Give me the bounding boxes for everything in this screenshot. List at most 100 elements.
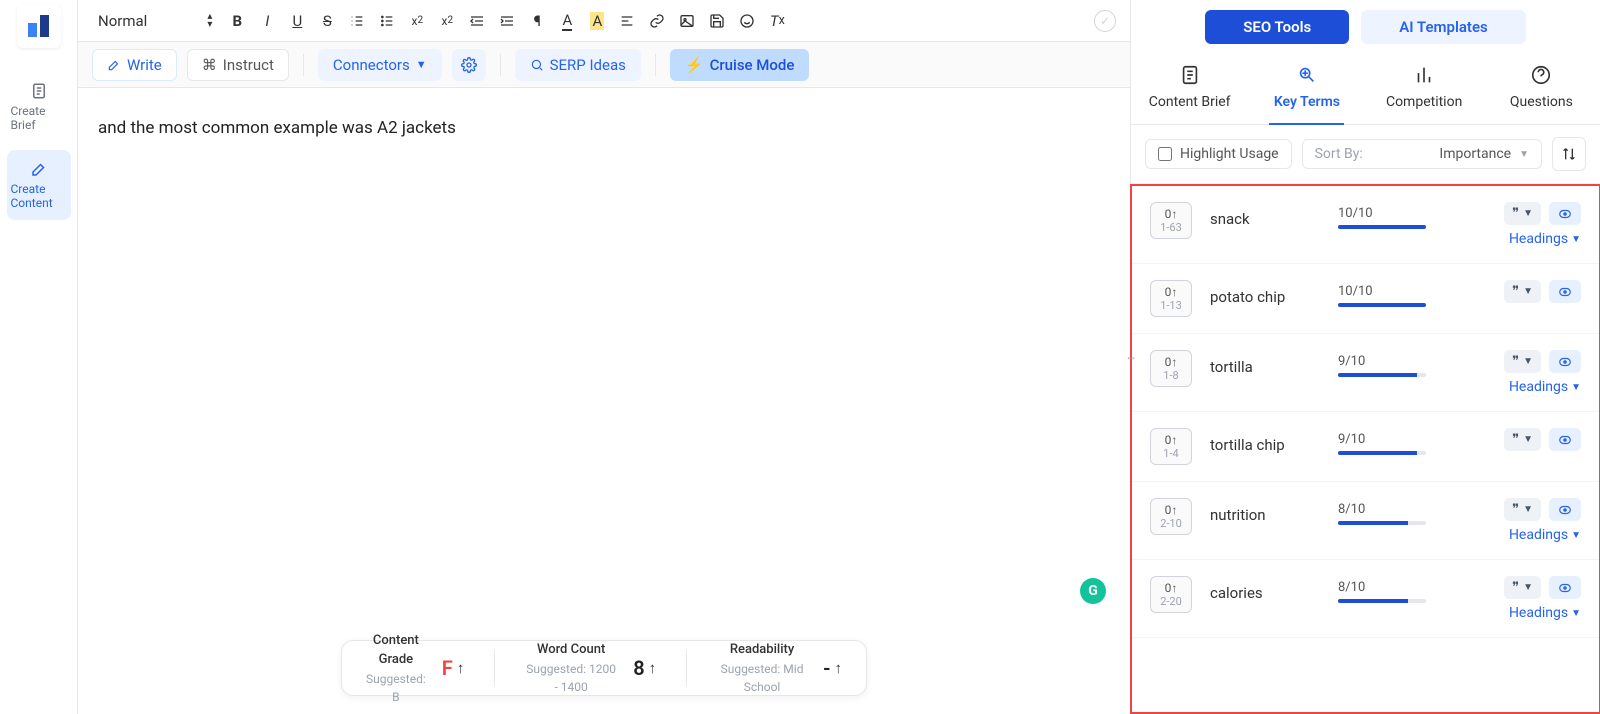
key-terms-list[interactable]: 0↑ 1-63 snack 10/10 ❞ ▼ Headings▼ 0↑ 1-1… [1130, 184, 1600, 714]
term-count-badge[interactable]: 0↑ 2-20 [1150, 576, 1192, 613]
highlight-usage-checkbox[interactable]: Highlight Usage [1145, 139, 1292, 169]
term-count: 0↑ [1151, 581, 1191, 595]
status-check-icon[interactable]: ✓ [1094, 10, 1116, 32]
content-grade-title: Content Grade [366, 631, 426, 670]
chevron-down-icon: ▼ [1523, 356, 1533, 367]
term-quote-button[interactable]: ❞ ▼ [1504, 428, 1541, 451]
write-button[interactable]: Write [92, 49, 177, 81]
unordered-list-button[interactable] [376, 10, 398, 32]
underline-button[interactable]: U [286, 10, 308, 32]
tab-ai-templates[interactable]: AI Templates [1361, 10, 1526, 44]
quote-icon: ❞ [1512, 206, 1519, 221]
content-grade-cell[interactable]: Content Grade Suggested: B F ↑ [366, 631, 464, 706]
term-headings-link[interactable]: Headings▼ [1509, 231, 1581, 247]
term-view-button[interactable] [1549, 498, 1581, 521]
italic-button[interactable]: I [256, 10, 278, 32]
term-count: 0↑ [1151, 207, 1191, 221]
term-headings-link[interactable]: Headings▼ [1509, 605, 1581, 621]
clear-format-button[interactable]: Tx [766, 10, 788, 32]
editor-content: and the most common example was A2 jacke… [98, 118, 456, 138]
tab-content-brief[interactable]: Content Brief [1131, 54, 1248, 124]
chevron-down-icon: ▼ [416, 58, 427, 71]
highlight-color-button[interactable]: A [586, 10, 608, 32]
term-score: 8/10 [1338, 580, 1430, 595]
write-label: Write [127, 56, 162, 74]
term-row[interactable]: 0↑ 1-8 tortilla 9/10 ❞ ▼ Headings▼ [1132, 334, 1599, 412]
right-sub-tabs: Content Brief Key Terms Competition Ques… [1131, 54, 1600, 125]
term-score-wrap: 9/10 [1338, 428, 1430, 455]
resize-handle-icon[interactable]: ⇔ [1125, 350, 1137, 364]
settings-button[interactable] [452, 49, 486, 81]
term-quote-button[interactable]: ❞ ▼ [1504, 350, 1541, 373]
term-row[interactable]: 0↑ 1-13 potato chip 10/10 ❞ ▼ [1132, 264, 1599, 334]
term-score-wrap: 9/10 [1338, 350, 1430, 377]
term-view-button[interactable] [1549, 202, 1581, 225]
tab-seo-tools[interactable]: SEO Tools [1205, 10, 1349, 44]
term-row[interactable]: 0↑ 2-10 nutrition 8/10 ❞ ▼ Headings▼ [1132, 482, 1599, 560]
superscript-button[interactable]: x2 [436, 10, 458, 32]
outdent-button[interactable] [466, 10, 488, 32]
term-headings-link[interactable]: Headings▼ [1509, 379, 1581, 395]
term-quote-button[interactable]: ❞ ▼ [1504, 280, 1541, 303]
grammarly-icon[interactable]: G [1080, 578, 1106, 604]
sort-direction-button[interactable] [1552, 137, 1586, 171]
editor-body[interactable]: and the most common example was A2 jacke… [78, 88, 1130, 714]
term-quote-button[interactable]: ❞ ▼ [1504, 202, 1541, 225]
strikethrough-button[interactable]: S [316, 10, 338, 32]
term-count-badge[interactable]: 0↑ 1-13 [1150, 280, 1192, 317]
term-quote-button[interactable]: ❞ ▼ [1504, 498, 1541, 521]
bold-button[interactable]: B [226, 10, 248, 32]
term-headings-link[interactable]: Headings▼ [1509, 527, 1581, 543]
word-count-cell[interactable]: Word Count Suggested: 1200 - 1400 8 ↑ [525, 640, 656, 696]
term-view-button[interactable] [1549, 428, 1581, 451]
sort-by-label: Sort By: [1315, 146, 1363, 162]
instruct-button[interactable]: ⌘ Instruct [187, 49, 289, 81]
term-view-button[interactable] [1549, 576, 1581, 599]
term-count: 0↑ [1151, 355, 1191, 369]
readability-cell[interactable]: Readability Suggested: Mid School - ↑ [717, 640, 842, 696]
create-brief-button[interactable]: Create Brief [7, 72, 71, 142]
emoji-button[interactable] [736, 10, 758, 32]
term-range: 1-4 [1151, 447, 1191, 460]
create-content-button[interactable]: Create Content [7, 150, 71, 220]
left-rail: Create Brief Create Content [0, 0, 78, 714]
highlight-usage-input[interactable] [1158, 147, 1172, 161]
text-direction-button[interactable]: ¶ [526, 10, 548, 32]
subscript-button[interactable]: x2 [406, 10, 428, 32]
term-view-button[interactable] [1549, 350, 1581, 373]
tab-competition[interactable]: Competition [1366, 54, 1483, 124]
ordered-list-button[interactable] [346, 10, 368, 32]
connectors-label: Connectors [333, 56, 410, 74]
term-view-button[interactable] [1549, 280, 1581, 303]
arrow-up-icon: ↑ [649, 657, 657, 680]
term-count-badge[interactable]: 0↑ 1-8 [1150, 350, 1192, 387]
term-count-badge[interactable]: 0↑ 1-4 [1150, 428, 1192, 465]
highlight-usage-label: Highlight Usage [1180, 146, 1279, 162]
sort-by-select[interactable]: Sort By: Importance ▼ [1302, 139, 1542, 169]
term-progress-bar [1338, 521, 1426, 525]
tab-questions[interactable]: Questions [1483, 54, 1600, 124]
link-button[interactable] [646, 10, 668, 32]
text-color-button[interactable]: A [556, 10, 578, 32]
term-row[interactable]: 0↑ 1-4 tortilla chip 9/10 ❞ ▼ [1132, 412, 1599, 482]
app-logo[interactable] [17, 4, 61, 48]
select-caret-icon: ▴▾ [207, 13, 212, 29]
term-row[interactable]: 0↑ 1-63 snack 10/10 ❞ ▼ Headings▼ [1132, 186, 1599, 264]
serp-ideas-button[interactable]: SERP Ideas [515, 49, 641, 81]
paragraph-style-select[interactable]: Normal ▴▾ [92, 8, 218, 34]
image-button[interactable] [676, 10, 698, 32]
indent-button[interactable] [496, 10, 518, 32]
tab-key-terms[interactable]: Key Terms [1248, 54, 1365, 124]
save-button[interactable] [706, 10, 728, 32]
align-button[interactable] [616, 10, 638, 32]
term-count-badge[interactable]: 0↑ 2-10 [1150, 498, 1192, 535]
term-quote-button[interactable]: ❞ ▼ [1504, 576, 1541, 599]
headings-label: Headings [1509, 527, 1568, 543]
cruise-mode-button[interactable]: ⚡ Cruise Mode [670, 49, 810, 81]
term-progress-bar [1338, 599, 1426, 603]
content-grade-value: F [442, 653, 453, 683]
term-count-badge[interactable]: 0↑ 1-63 [1150, 202, 1192, 239]
connectors-button[interactable]: Connectors ▼ [318, 49, 442, 81]
term-row[interactable]: 0↑ 2-20 calories 8/10 ❞ ▼ Headings▼ [1132, 560, 1599, 638]
term-actions: ❞ ▼ Headings▼ [1448, 202, 1581, 247]
